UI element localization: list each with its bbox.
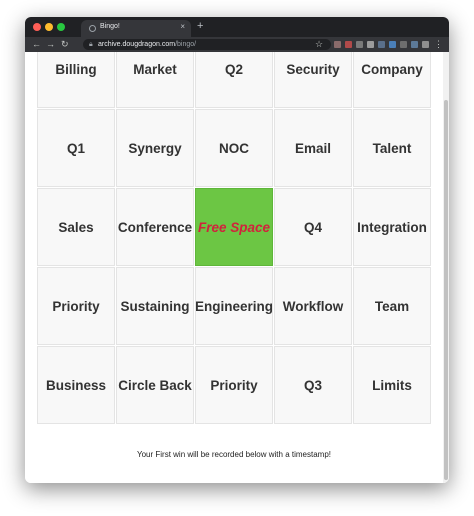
bingo-cell[interactable]: Sustaining [116, 267, 194, 345]
extension-icon[interactable] [411, 41, 418, 48]
bingo-cell[interactable]: Workflow [274, 267, 352, 345]
bingo-cell[interactable]: Market [116, 52, 194, 108]
bingo-cell[interactable]: Conference [116, 188, 194, 266]
bingo-cell[interactable]: Priority [37, 267, 115, 345]
back-arrow-icon[interactable]: ← [32, 38, 41, 50]
bingo-cell[interactable]: Security [274, 52, 352, 108]
forward-arrow-icon[interactable]: → [46, 38, 55, 50]
star-icon[interactable]: ☆ [315, 38, 323, 50]
bingo-cell[interactable]: Q1 [37, 109, 115, 187]
tab-close-icon[interactable]: × [180, 22, 185, 32]
page-viewport: Billing Market Q2 Security Company Q1 Synergy N… [25, 52, 449, 483]
bingo-cell[interactable]: Billing [37, 52, 115, 108]
bingo-cell[interactable]: Team [353, 267, 431, 345]
url-host: archive.dougdragon.com [98, 41, 176, 48]
browser-tab[interactable]: Bingo! × [81, 20, 191, 37]
bingo-cell[interactable]: Sales [37, 188, 115, 266]
bingo-cell[interactable]: Q2 [195, 52, 273, 108]
url-path: /bingo/ [175, 41, 197, 48]
extension-icon[interactable] [389, 41, 396, 48]
extension-icon[interactable] [334, 41, 341, 48]
address-bar[interactable]: 🔒︎ archive.dougdragon.com/bingo/ [83, 39, 331, 50]
bingo-cell[interactable]: Engineering [195, 267, 273, 345]
extension-icon[interactable] [378, 41, 385, 48]
minimize-window-button[interactable] [45, 23, 53, 31]
extension-icon[interactable] [400, 41, 407, 48]
bingo-cell[interactable]: NOC [195, 109, 273, 187]
bingo-cell[interactable]: Q4 [274, 188, 352, 266]
bingo-cell[interactable]: Business [37, 346, 115, 424]
bingo-cell[interactable]: Email [274, 109, 352, 187]
browser-toolbar: ← → ↻ 🔒︎ archive.dougdragon.com/bingo/ ☆… [25, 37, 449, 52]
bingo-cell[interactable]: Circle Back [116, 346, 194, 424]
extension-icon[interactable] [367, 41, 374, 48]
scrollbar-thumb[interactable] [444, 100, 448, 480]
bingo-cell[interactable]: Q3 [274, 346, 352, 424]
bingo-cell[interactable]: Integration [353, 188, 431, 266]
vertical-scrollbar[interactable] [443, 52, 449, 483]
maximize-window-button[interactable] [57, 23, 65, 31]
lock-icon: 🔒︎ [89, 41, 93, 48]
bingo-cell-free-space[interactable]: Free Space [195, 188, 273, 266]
browser-window: Bingo! × + ← → ↻ 🔒︎ archive.dougdragon.c… [25, 17, 449, 483]
bingo-cell[interactable]: Synergy [116, 109, 194, 187]
tab-favicon-icon [89, 25, 96, 32]
win-timestamp-message: Your First win will be recorded below wi… [136, 450, 331, 459]
close-window-button[interactable] [33, 23, 41, 31]
tab-bar: Bingo! × + [25, 17, 449, 37]
reload-icon[interactable]: ↻ [61, 38, 69, 50]
bingo-cell[interactable]: Priority [195, 346, 273, 424]
bingo-cell[interactable]: Talent [353, 109, 431, 187]
bingo-cell[interactable]: Company [353, 52, 431, 108]
extension-icon[interactable] [345, 41, 352, 48]
extension-icon[interactable] [356, 41, 363, 48]
tab-title: Bingo! [100, 23, 120, 30]
kebab-menu-icon[interactable]: ⋮ [434, 38, 443, 50]
extension-icon[interactable] [422, 41, 429, 48]
bingo-cell[interactable]: Limits [353, 346, 431, 424]
new-tab-button[interactable]: + [197, 20, 203, 32]
url-text[interactable]: archive.dougdragon.com/bingo/ [98, 40, 196, 49]
